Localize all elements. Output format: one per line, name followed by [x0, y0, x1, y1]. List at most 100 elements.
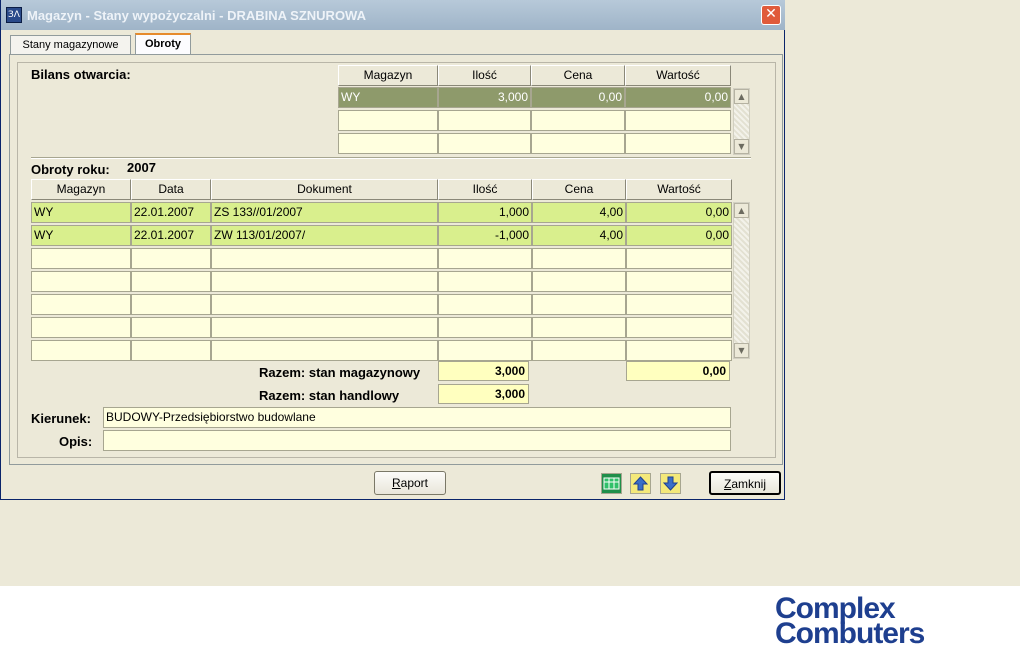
ob-cell-empty[interactable]: [338, 110, 438, 131]
ob-cell-empty[interactable]: [531, 110, 625, 131]
turnover-scrollbar[interactable]: ▲ ▼: [733, 202, 750, 359]
logo-line-2: Combuters: [775, 617, 925, 650]
ob-scrollbar[interactable]: ▲ ▼: [733, 88, 750, 155]
table-icon[interactable]: [601, 473, 622, 494]
title-bar[interactable]: ЗΛ Magazyn - Stany wypożyczalni - DRABIN…: [1, 0, 785, 30]
turnover-cell-cena[interactable]: [532, 248, 626, 269]
turnover-cell-cena[interactable]: [532, 271, 626, 292]
close-button[interactable]: ✕: [761, 5, 781, 25]
turn-header-magazyn[interactable]: Magazyn: [31, 179, 131, 200]
turnover-cell-ilosc[interactable]: 1,000: [438, 202, 532, 223]
turnover-cell-cena[interactable]: [532, 340, 626, 361]
ob-cell-magazyn[interactable]: WY: [338, 87, 438, 108]
turnover-cell-dokument[interactable]: [211, 294, 438, 315]
turnover-cell-dokument[interactable]: [211, 271, 438, 292]
app-window: ЗΛ Magazyn - Stany wypożyczalni - DRABIN…: [0, 0, 785, 500]
turnover-cell-wartosc[interactable]: [626, 271, 732, 292]
ob-cell-empty[interactable]: [438, 110, 531, 131]
ob-cell-empty[interactable]: [438, 133, 531, 154]
tab-stany-magazynowe[interactable]: Stany magazynowe: [10, 35, 131, 55]
total-trade-qty: 3,000: [438, 384, 529, 404]
company-logo: Complex Combuters: [775, 594, 925, 650]
turnover-cell-data[interactable]: 22.01.2007: [131, 225, 211, 246]
ob-cell-empty[interactable]: [531, 133, 625, 154]
turnover-cell-data[interactable]: [131, 317, 211, 338]
ob-header-cena[interactable]: Cena: [531, 65, 625, 86]
turnover-cell-cena[interactable]: 4,00: [532, 202, 626, 223]
kierunek-label: Kierunek:: [31, 411, 91, 426]
turnover-cell-dokument[interactable]: [211, 317, 438, 338]
window-title: Magazyn - Stany wypożyczalni - DRABINA S…: [27, 8, 366, 23]
turn-header-dokument[interactable]: Dokument: [211, 179, 438, 200]
opis-label: Opis:: [59, 434, 93, 449]
app-icon: ЗΛ: [6, 7, 22, 23]
turn-header-data[interactable]: Data: [131, 179, 211, 200]
turnover-cell-magazyn[interactable]: [31, 294, 131, 315]
turnover-cell-wartosc[interactable]: [626, 294, 732, 315]
opening-balance-label: Bilans otwarcia:: [31, 67, 131, 82]
raport-mnemonic: R: [391, 476, 401, 490]
turnover-cell-magazyn[interactable]: [31, 248, 131, 269]
ob-cell-ilosc[interactable]: 3,000: [438, 87, 531, 108]
section-divider: [31, 157, 751, 159]
total-stock-qty: 3,000: [438, 361, 529, 381]
total-stock-label: Razem: stan magazynowy: [259, 365, 421, 380]
up-arrow-icon[interactable]: [630, 473, 651, 494]
turnover-cell-data[interactable]: [131, 294, 211, 315]
turnover-cell-data[interactable]: [131, 248, 211, 269]
turnover-cell-magazyn[interactable]: WY: [31, 202, 131, 223]
total-trade-label: Razem: stan handlowy: [259, 388, 400, 403]
turnover-cell-wartosc[interactable]: [626, 317, 732, 338]
turnover-cell-dokument[interactable]: ZS 133//01/2007: [211, 202, 438, 223]
zamknij-label: amknij: [731, 477, 767, 491]
turn-header-wartosc[interactable]: Wartość: [626, 179, 732, 200]
down-arrow-icon[interactable]: [660, 473, 681, 494]
turnover-cell-data[interactable]: [131, 271, 211, 292]
turnover-cell-cena[interactable]: 4,00: [532, 225, 626, 246]
scroll-down-icon[interactable]: ▼: [734, 343, 749, 358]
turnover-cell-ilosc[interactable]: [438, 340, 532, 361]
scroll-down-icon[interactable]: ▼: [734, 139, 749, 154]
scroll-up-icon[interactable]: ▲: [734, 203, 749, 218]
turnover-cell-wartosc[interactable]: 0,00: [626, 202, 732, 223]
scroll-up-icon[interactable]: ▲: [734, 89, 749, 104]
turnover-cell-dokument[interactable]: ZW 113/01/2007/: [211, 225, 438, 246]
turnover-cell-ilosc[interactable]: [438, 271, 532, 292]
ob-cell-empty[interactable]: [625, 133, 731, 154]
zamknij-button[interactable]: Zamknij: [709, 471, 781, 495]
turnover-cell-wartosc[interactable]: 0,00: [626, 225, 732, 246]
tab-obroty[interactable]: Obroty: [135, 33, 191, 55]
turnover-cell-magazyn[interactable]: WY: [31, 225, 131, 246]
turnover-label: Obroty roku:: [31, 162, 110, 177]
turn-header-cena[interactable]: Cena: [532, 179, 626, 200]
kierunek-field[interactable]: BUDOWY-Przedsiębiorstwo budowlane: [103, 407, 731, 428]
turnover-cell-data[interactable]: 22.01.2007: [131, 202, 211, 223]
turnover-cell-data[interactable]: [131, 340, 211, 361]
opis-field[interactable]: [103, 430, 731, 451]
ob-header-magazyn[interactable]: Magazyn: [338, 65, 438, 86]
raport-button[interactable]: Raport: [374, 471, 446, 495]
turnover-cell-wartosc[interactable]: [626, 340, 732, 361]
turnover-cell-ilosc[interactable]: [438, 317, 532, 338]
turnover-cell-ilosc[interactable]: -1,000: [438, 225, 532, 246]
ob-cell-wartosc[interactable]: 0,00: [625, 87, 731, 108]
ob-header-wartosc[interactable]: Wartość: [625, 65, 731, 86]
turnover-cell-cena[interactable]: [532, 317, 626, 338]
ob-cell-empty[interactable]: [625, 110, 731, 131]
turnover-cell-wartosc[interactable]: [626, 248, 732, 269]
turnover-cell-magazyn[interactable]: [31, 271, 131, 292]
total-stock-value: 0,00: [626, 361, 730, 381]
ob-cell-cena[interactable]: 0,00: [531, 87, 625, 108]
turnover-cell-magazyn[interactable]: [31, 317, 131, 338]
turnover-cell-cena[interactable]: [532, 294, 626, 315]
turnover-cell-ilosc[interactable]: [438, 248, 532, 269]
turnover-year: 2007: [127, 160, 156, 175]
raport-label: aport: [400, 476, 429, 490]
turnover-cell-dokument[interactable]: [211, 248, 438, 269]
turnover-cell-magazyn[interactable]: [31, 340, 131, 361]
turnover-cell-ilosc[interactable]: [438, 294, 532, 315]
ob-cell-empty[interactable]: [338, 133, 438, 154]
turn-header-ilosc[interactable]: Ilość: [438, 179, 532, 200]
turnover-cell-dokument[interactable]: [211, 340, 438, 361]
ob-header-ilosc[interactable]: Ilość: [438, 65, 531, 86]
